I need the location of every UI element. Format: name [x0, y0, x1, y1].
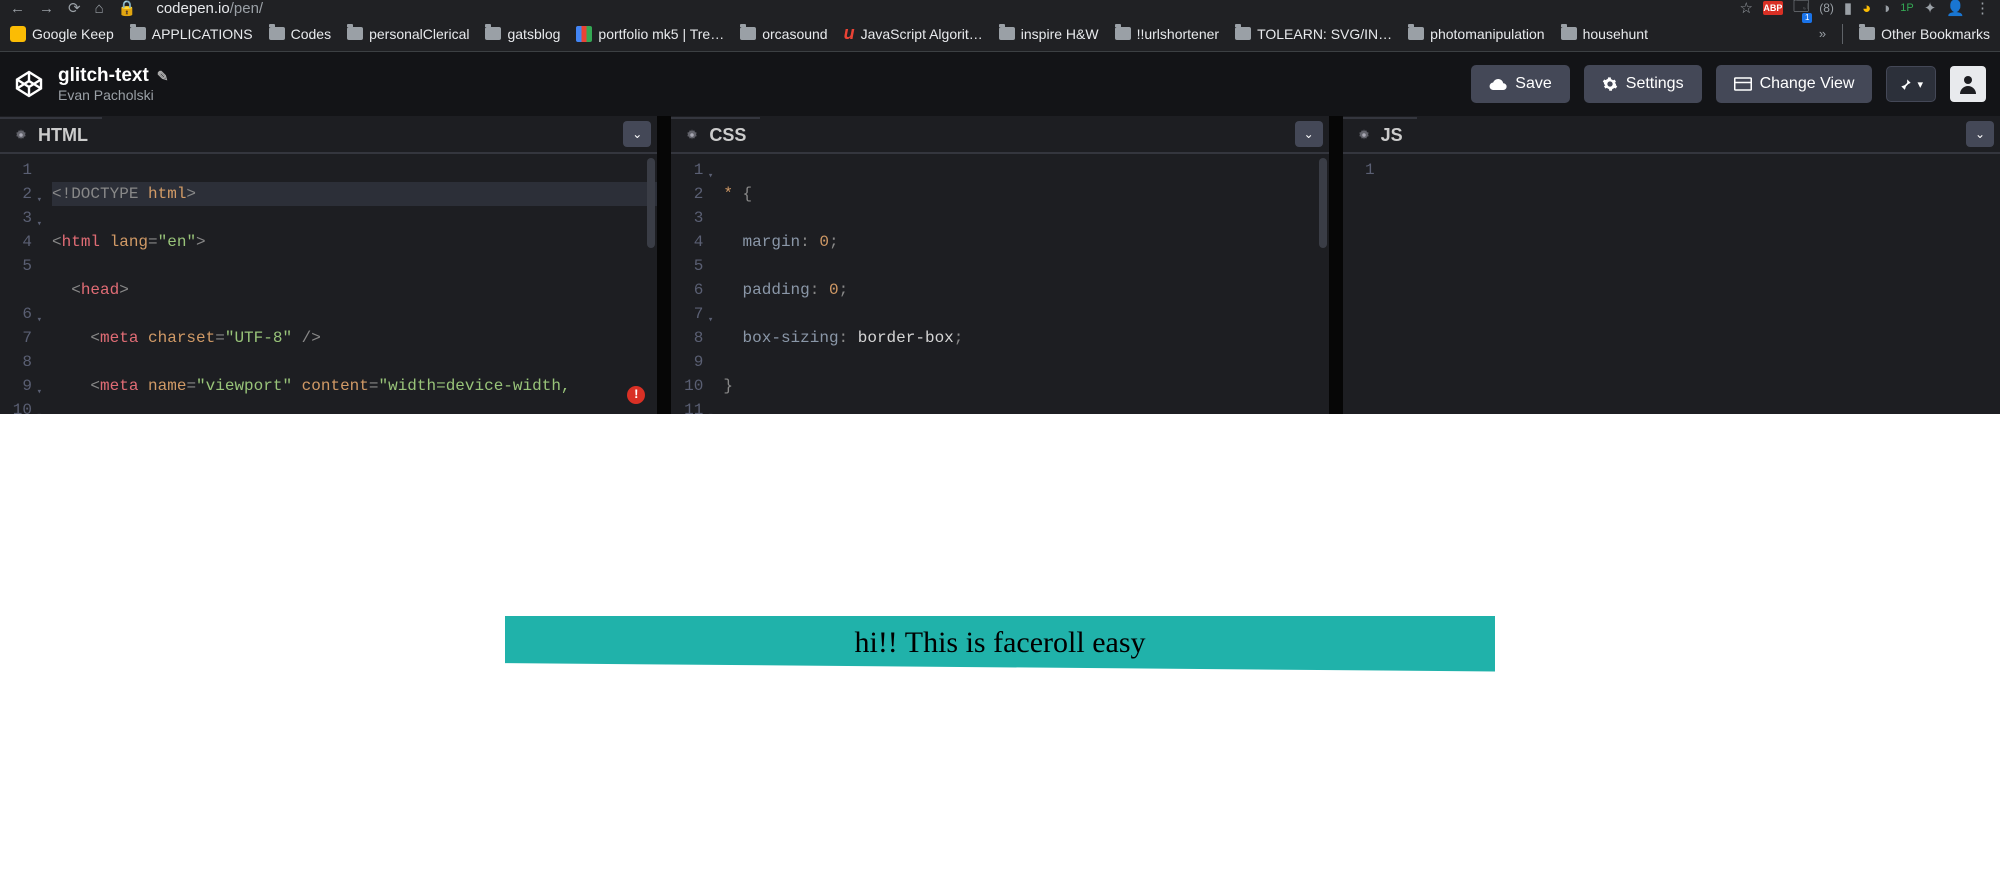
bookmark-househunt[interactable]: househunt [1561, 26, 1648, 42]
css-code[interactable]: * { margin: 0; padding: 0; box-sizing: b… [711, 158, 1328, 414]
stripe-icon [576, 26, 592, 42]
folder-icon [1561, 27, 1577, 40]
css-editor[interactable]: 1▾ 2 3 4 5 6 7▾ 8 9 10 11▾ 12 13 14 * { … [671, 154, 1328, 414]
js-panel: JS ⌄ 1 [1343, 116, 2000, 414]
scrollbar[interactable] [647, 158, 655, 248]
lock-icon: 🔒 [118, 0, 137, 17]
chevron-down-icon: ⌄ [632, 127, 642, 141]
pen-author[interactable]: Evan Pacholski [58, 87, 169, 103]
folder-icon [1408, 27, 1424, 40]
profile-icon[interactable]: 👤 [1946, 0, 1965, 17]
bookmarks-overflow[interactable]: » [1819, 26, 1826, 41]
gear-icon[interactable] [14, 128, 28, 142]
bookmark-codes[interactable]: Codes [269, 26, 331, 42]
windows-icon[interactable]: 🗔1 [1793, 0, 1809, 21]
change-view-button[interactable]: Change View [1716, 65, 1873, 103]
css-panel-dropdown[interactable]: ⌄ [1295, 121, 1323, 147]
user-icon [1956, 72, 1980, 96]
bookmark-tolearn[interactable]: TOLEARN: SVG/IN… [1235, 26, 1392, 42]
home-icon[interactable]: ⌂ [95, 0, 104, 17]
html-code[interactable]: <!DOCTYPE html> <html lang="en"> <head> … [40, 158, 657, 414]
folder-icon [999, 27, 1015, 40]
bookmark-personalclerical[interactable]: personalClerical [347, 26, 469, 42]
cloud-icon [1489, 77, 1507, 91]
preview-pane: hi!! This is faceroll easy [0, 414, 2000, 873]
forward-icon[interactable]: → [39, 0, 54, 17]
js-panel-dropdown[interactable]: ⌄ [1966, 121, 1994, 147]
puzzle-icon[interactable]: ✦ [1924, 0, 1937, 17]
folder-icon [1859, 27, 1875, 40]
bookmark-jsalgo[interactable]: uJavaScript Algorit… [844, 23, 983, 44]
menu-icon[interactable]: ⋮ [1975, 0, 1990, 17]
browser-toolbar: ← → ⟳ ⌂ 🔒 codepen.io/pen/ ☆ ABP 🗔1 (8) ▮… [0, 0, 2000, 16]
ext-icon-4[interactable]: 1P [1900, 2, 1913, 14]
layout-icon [1734, 77, 1752, 91]
js-editor[interactable]: 1 [1343, 154, 2000, 414]
gutter: 1 [1343, 158, 1383, 414]
preview-text: hi!! This is faceroll easy [505, 616, 1495, 672]
address-bar[interactable]: codepen.io/pen/ [156, 0, 263, 17]
bookmark-google-keep[interactable]: Google Keep [10, 26, 114, 42]
pen-title[interactable]: glitch-text✎ [58, 65, 169, 87]
folder-icon [1115, 27, 1131, 40]
html-panel: HTML ⌄ 1 2▾ 3▾ 4 5 6▾ 7 8 9▾ 10▾ 11▾ 12 … [0, 116, 657, 414]
codepen-header: glitch-text✎ Evan Pacholski Save Setting… [0, 52, 2000, 116]
bookmarks-bar: Google Keep APPLICATIONS Codes personalC… [0, 16, 2000, 52]
bookmark-applications[interactable]: APPLICATIONS [130, 26, 253, 42]
folder-icon [485, 27, 501, 40]
avatar[interactable] [1950, 66, 1986, 102]
html-panel-dropdown[interactable]: ⌄ [623, 121, 651, 147]
folder-icon [130, 27, 146, 40]
js-tab[interactable]: JS [1343, 117, 1417, 152]
ext-icon-1[interactable]: ▮ [1844, 0, 1852, 17]
html-tab[interactable]: HTML [0, 117, 102, 152]
u-icon: u [844, 23, 855, 44]
ext-count: (8) [1819, 1, 1834, 15]
star-icon[interactable]: ☆ [1739, 0, 1752, 17]
bookmark-inspire[interactable]: inspire H&W [999, 26, 1099, 42]
folder-icon [269, 27, 285, 40]
js-panel-header: JS ⌄ [1343, 116, 2000, 154]
chevron-down-icon: ⌄ [1975, 127, 1985, 141]
pencil-icon[interactable]: ✎ [157, 68, 169, 85]
codepen-logo-icon[interactable] [14, 69, 44, 99]
scrollbar[interactable] [1319, 158, 1327, 248]
reload-icon[interactable]: ⟳ [68, 0, 81, 17]
bookmark-urlshort[interactable]: !!urlshortener [1115, 26, 1219, 42]
abp-icon[interactable]: ABP [1763, 1, 1783, 15]
folder-icon [1235, 27, 1251, 40]
css-panel: CSS ⌄ 1▾ 2 3 4 5 6 7▾ 8 9 10 11▾ 12 13 1… [671, 116, 1328, 414]
settings-button[interactable]: Settings [1584, 65, 1702, 103]
back-icon[interactable]: ← [10, 0, 25, 17]
other-bookmarks[interactable]: Other Bookmarks [1859, 26, 1990, 42]
gutter: 1▾ 2 3 4 5 6 7▾ 8 9 10 11▾ 12 13 14 [671, 158, 711, 414]
ext-icon-3[interactable]: ◑ [1881, 0, 1890, 17]
bookmark-gatsblog[interactable]: gatsblog [485, 26, 560, 42]
folder-icon [740, 27, 756, 40]
pin-icon [1899, 77, 1913, 91]
gear-icon [1602, 76, 1618, 92]
js-code[interactable] [1383, 158, 2000, 414]
gear-icon[interactable] [685, 128, 699, 142]
chevron-down-icon: ▾ [1917, 78, 1923, 91]
ext-icon-2[interactable]: ◕ [1862, 0, 1871, 17]
pin-button[interactable]: ▾ [1886, 66, 1936, 102]
bookmark-portfolio[interactable]: portfolio mk5 | Tre… [576, 26, 724, 42]
css-panel-header: CSS ⌄ [671, 116, 1328, 154]
bookmark-orcasound[interactable]: orcasound [740, 26, 827, 42]
gear-icon[interactable] [1357, 128, 1371, 142]
bookmark-photomanip[interactable]: photomanipulation [1408, 26, 1544, 42]
editor-panels: HTML ⌄ 1 2▾ 3▾ 4 5 6▾ 7 8 9▾ 10▾ 11▾ 12 … [0, 116, 2000, 414]
save-button[interactable]: Save [1471, 65, 1569, 103]
gutter: 1 2▾ 3▾ 4 5 6▾ 7 8 9▾ 10▾ 11▾ 12 13 [0, 158, 40, 414]
divider [1842, 24, 1843, 44]
html-panel-header: HTML ⌄ [0, 116, 657, 154]
chevron-down-icon: ⌄ [1304, 127, 1314, 141]
folder-icon [347, 27, 363, 40]
css-tab[interactable]: CSS [671, 117, 760, 152]
keep-icon [10, 26, 26, 42]
html-editor[interactable]: 1 2▾ 3▾ 4 5 6▾ 7 8 9▾ 10▾ 11▾ 12 13 <!DO… [0, 154, 657, 414]
